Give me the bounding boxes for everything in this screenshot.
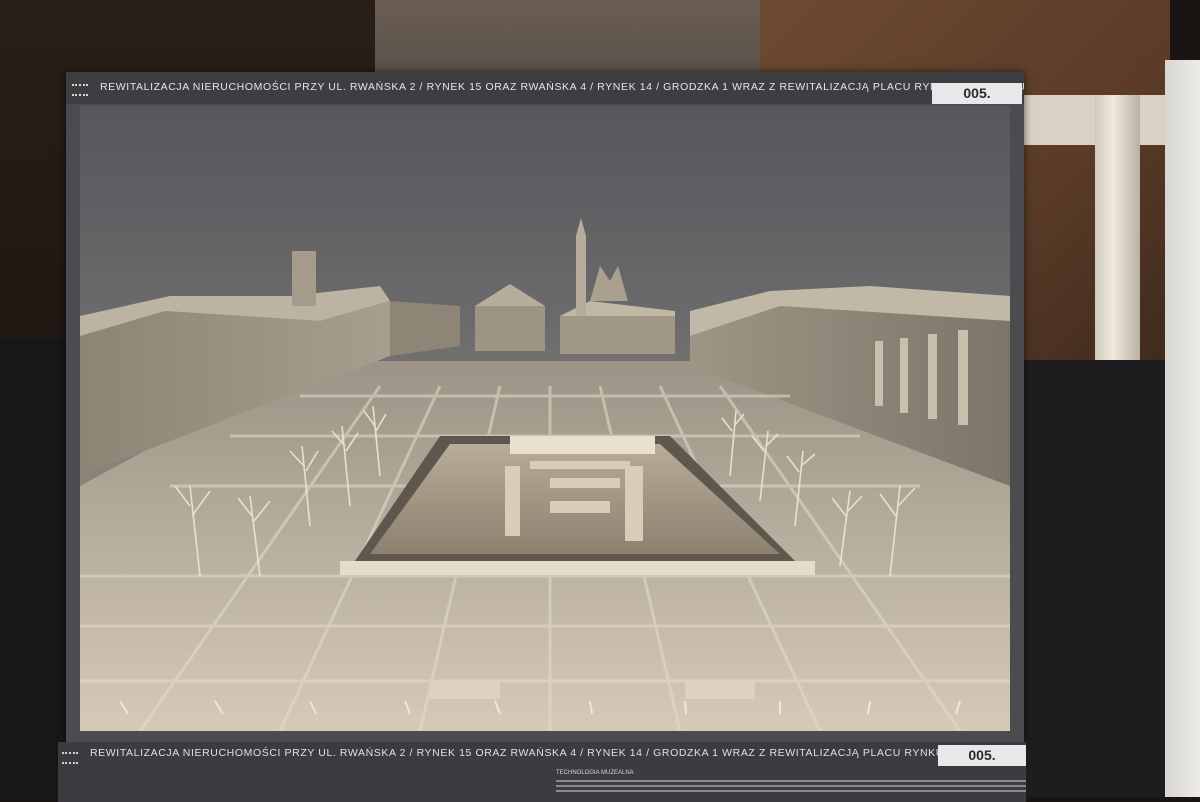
background-wall bbox=[375, 0, 765, 80]
paper-sheet-right bbox=[1165, 60, 1200, 797]
dark-panel-left bbox=[0, 340, 75, 797]
lower-board-title: REWITALIZACJA NIERUCHOMOŚCI PRZY UL. RWA… bbox=[90, 747, 1016, 759]
square-render bbox=[80, 106, 1010, 731]
grid-icon bbox=[72, 84, 88, 96]
grid-icon bbox=[62, 752, 78, 764]
board-header: REWITALIZACJA NIERUCHOMOŚCI PRZY UL. RWA… bbox=[66, 72, 1026, 104]
lower-board-number: 005. bbox=[938, 745, 1026, 766]
presentation-board: REWITALIZACJA NIERUCHOMOŚCI PRZY UL. RWA… bbox=[66, 72, 1026, 742]
board-title: REWITALIZACJA NIERUCHOMOŚCI PRZY UL. RWA… bbox=[100, 81, 1026, 93]
lower-board-section: TECHNOLOGIA MUZEALNA bbox=[556, 770, 634, 776]
lower-presentation-board: REWITALIZACJA NIERUCHOMOŚCI PRZY UL. RWA… bbox=[58, 742, 1026, 802]
lower-board-fine-print bbox=[556, 780, 1026, 800]
market-square-visualization bbox=[80, 218, 1010, 731]
dark-panel-right bbox=[1020, 360, 1170, 797]
board-number: 005. bbox=[932, 83, 1022, 104]
shelf-post bbox=[1095, 95, 1140, 365]
